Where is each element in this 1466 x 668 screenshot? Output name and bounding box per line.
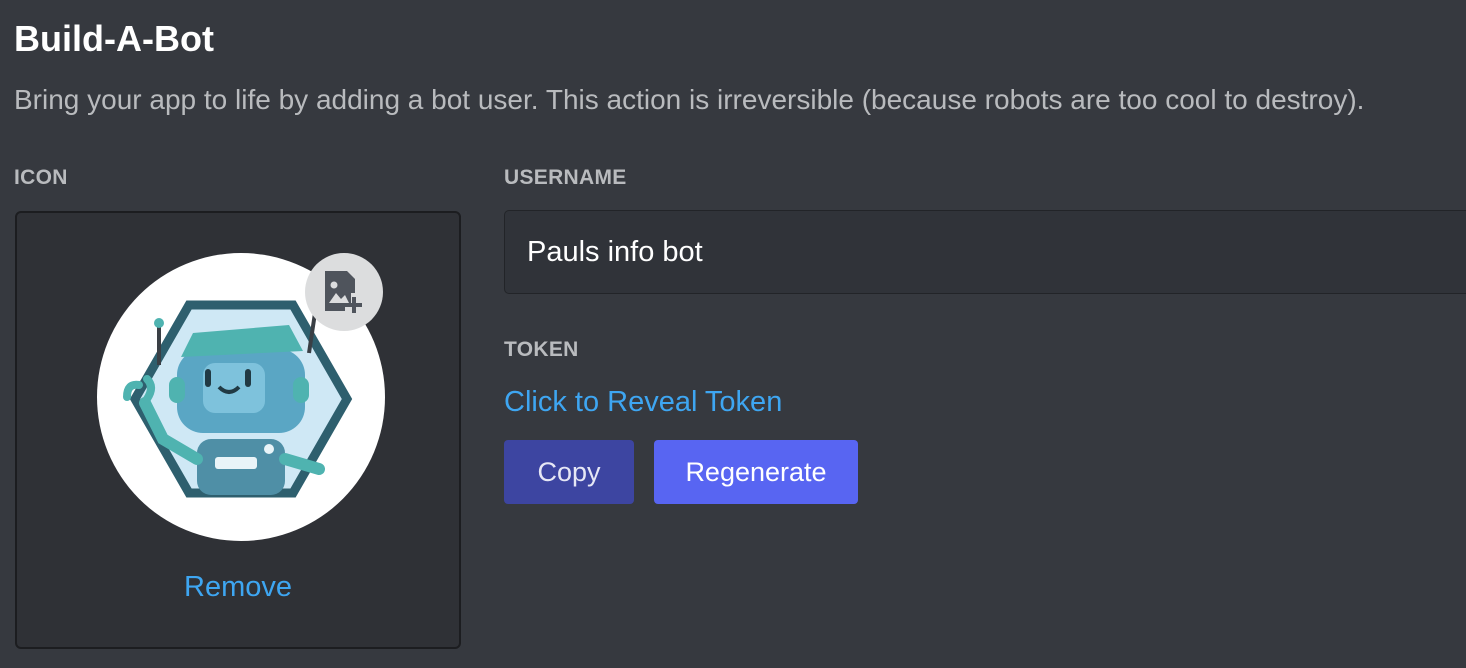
reveal-token-link[interactable]: Click to Reveal Token [504,386,782,419]
upload-image-button[interactable] [305,253,383,331]
regenerate-token-button[interactable]: Regenerate [654,440,858,504]
icon-label: ICON [14,166,68,189]
build-a-bot-page: Build-A-Bot Bring your app to life by ad… [0,0,1466,668]
remove-icon-link[interactable]: Remove [17,571,459,604]
username-input[interactable]: Pauls info bot [504,210,1466,294]
copy-token-button[interactable]: Copy [504,440,634,504]
token-label: TOKEN [504,338,579,361]
image-add-icon [325,271,362,313]
username-label: USERNAME [504,166,627,189]
page-title: Build-A-Bot [14,18,214,59]
icon-upload-box[interactable]: Remove [15,211,461,649]
page-subtitle: Bring your app to life by adding a bot u… [14,84,1365,115]
